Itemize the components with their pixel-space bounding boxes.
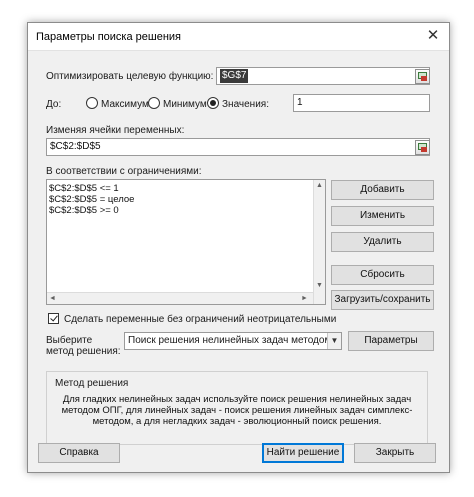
radio-max[interactable] (86, 97, 98, 109)
scroll-down-icon[interactable]: ▼ (316, 282, 323, 290)
radio-max-label: Максимум (101, 99, 149, 110)
variables-input[interactable]: $C$2:$D$5 (46, 138, 430, 156)
load-save-button[interactable]: Загрузить/сохранить (331, 290, 434, 310)
to-label: До: (46, 99, 62, 110)
horizontal-scrollbar[interactable]: ◄ ► (47, 292, 313, 304)
reset-button[interactable]: Сбросить (331, 265, 434, 285)
method-groupbox: Метод решения Для гладких нелинейных зад… (46, 371, 428, 445)
list-item[interactable]: $C$2:$D$5 >= 0 (49, 205, 119, 216)
scroll-right-icon[interactable]: ► (301, 295, 308, 303)
method-group-title: Метод решения (55, 378, 129, 389)
objective-label: Оптимизировать целевую функцию: (46, 71, 214, 82)
nonnegative-checkbox[interactable] (48, 313, 59, 324)
solve-button[interactable]: Найти решение (262, 443, 344, 463)
constraints-label: В соответствии с ограничениями: (46, 166, 202, 177)
method-label-line2: метод решения: (46, 346, 121, 357)
radio-min[interactable] (148, 97, 160, 109)
vertical-scrollbar[interactable]: ▲ ▼ (313, 180, 325, 304)
close-icon[interactable]: ✕ (425, 27, 441, 45)
objective-input[interactable]: $G$7 (216, 67, 430, 85)
solver-dialog: Параметры поиска решения ✕ Оптимизироват… (27, 22, 450, 473)
list-item[interactable]: $C$2:$D$5 = целое (49, 194, 134, 205)
title-bar: Параметры поиска решения ✕ (28, 23, 449, 51)
delete-button[interactable]: Удалить (331, 232, 434, 252)
nonnegative-label: Сделать переменные без ограничений неотр… (64, 314, 337, 325)
method-description: Для гладких нелинейных задач используйте… (61, 394, 413, 427)
value-input[interactable]: 1 (293, 94, 430, 112)
objective-value: $G$7 (220, 69, 249, 83)
cell-reference-icon[interactable] (415, 69, 430, 84)
constraints-list[interactable]: $C$2:$D$5 <= 1 $C$2:$D$5 = целое $C$2:$D… (46, 179, 326, 305)
radio-value[interactable] (207, 97, 219, 109)
dialog-title: Параметры поиска решения (36, 31, 181, 43)
radio-value-label: Значения: (222, 99, 269, 110)
cell-reference-icon[interactable] (415, 140, 430, 155)
method-label-line1: Выберите (46, 335, 93, 346)
help-button[interactable]: Справка (38, 443, 120, 463)
chevron-down-icon[interactable]: ▼ (327, 333, 341, 349)
close-button[interactable]: Закрыть (354, 443, 436, 463)
method-select[interactable]: Поиск решения нелинейных задач методом О… (124, 332, 342, 350)
list-item[interactable]: $C$2:$D$5 <= 1 (49, 183, 119, 194)
params-button[interactable]: Параметры (348, 331, 434, 351)
variables-label: Изменяя ячейки переменных: (46, 125, 185, 136)
method-selected: Поиск решения нелинейных задач методом О… (128, 335, 342, 346)
radio-min-label: Минимум (163, 99, 207, 110)
change-button[interactable]: Изменить (331, 206, 434, 226)
scroll-left-icon[interactable]: ◄ (49, 295, 56, 303)
add-button[interactable]: Добавить (331, 180, 434, 200)
scroll-up-icon[interactable]: ▲ (316, 182, 323, 190)
